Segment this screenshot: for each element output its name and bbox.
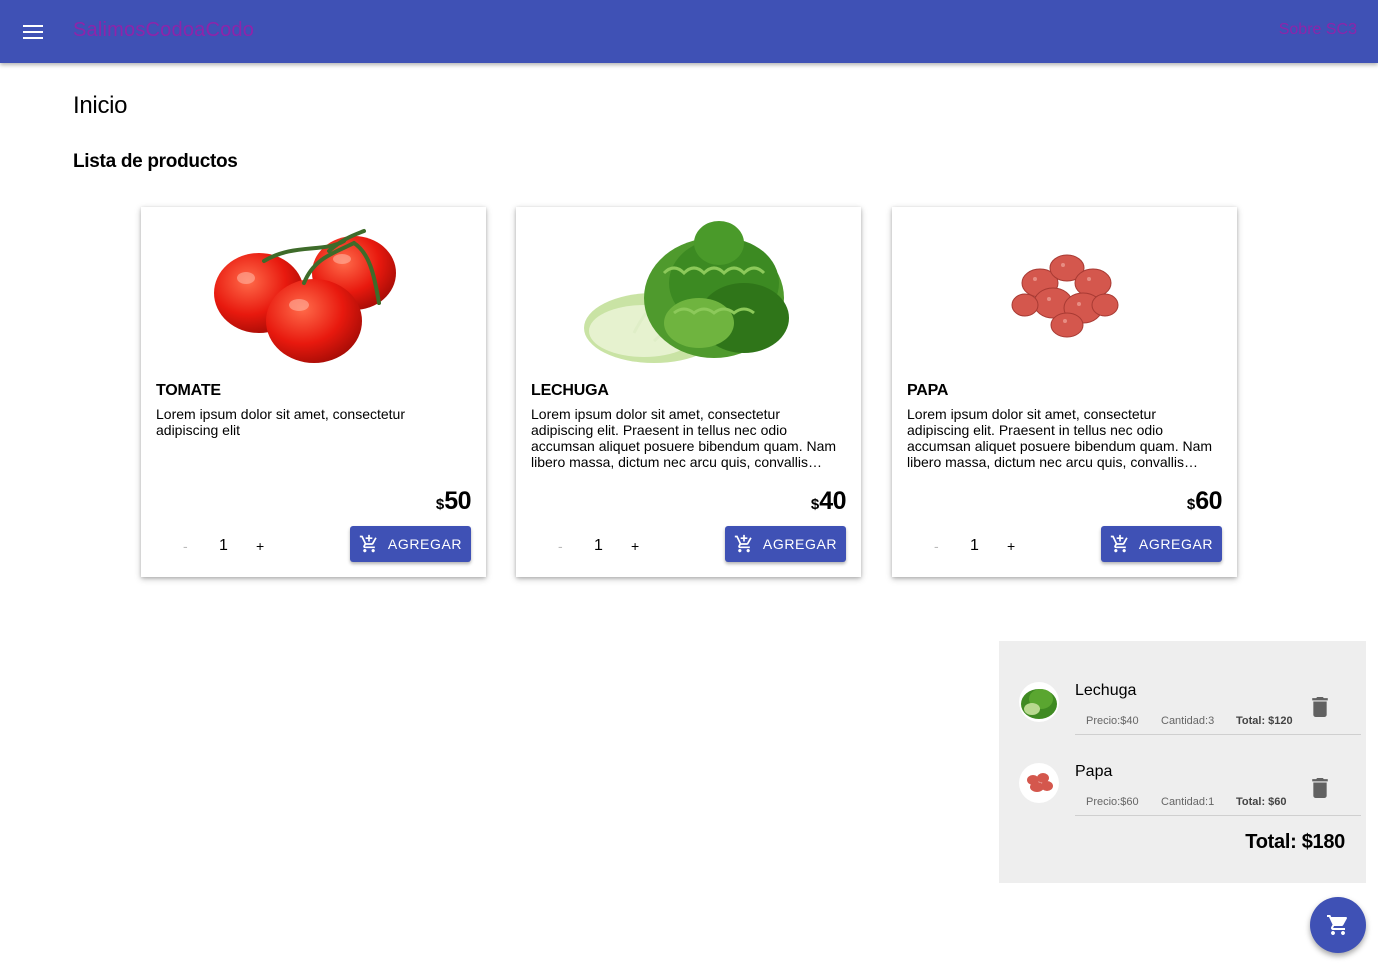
- increase-quantity-button[interactable]: +: [631, 538, 639, 554]
- cart-grand-total: Total: $180: [1245, 831, 1345, 853]
- product-price: $60: [1186, 487, 1223, 515]
- shopping-cart-icon: [1327, 915, 1348, 935]
- menu-icon[interactable]: [21, 20, 45, 44]
- product-description: Lorem ipsum dolor sit amet, consectetur …: [531, 406, 837, 470]
- cart-item-lechuga: Lechuga Precio:$40 Cantidad:3 Total: $12…: [999, 654, 1366, 735]
- trash-icon[interactable]: [1312, 778, 1328, 798]
- cart-item-total: Total: $60: [1236, 796, 1287, 808]
- quantity-stepper: - 1 +: [546, 535, 646, 557]
- product-price: $50: [435, 487, 472, 515]
- about-link[interactable]: Sobre SC3: [1279, 21, 1357, 39]
- quantity-stepper: - 1 +: [922, 535, 1022, 557]
- brand-link[interactable]: SalimosCodoaCodo: [73, 19, 254, 42]
- product-description: Lorem ipsum dolor sit amet, consectetur …: [907, 406, 1213, 470]
- cart-item-avatar: [1019, 682, 1059, 722]
- page-title: Inicio: [73, 92, 128, 119]
- add-shopping-cart-icon: [734, 534, 752, 553]
- cart-item-price: Precio:$60: [1086, 796, 1139, 808]
- product-name: LECHUGA: [531, 382, 609, 399]
- quantity-value: 1: [219, 537, 228, 554]
- add-to-cart-button[interactable]: AGREGAR: [1101, 526, 1222, 562]
- add-to-cart-label: AGREGAR: [762, 536, 838, 552]
- cart-panel: Lechuga Precio:$40 Cantidad:3 Total: $12…: [999, 641, 1366, 883]
- quantity-value: 1: [594, 537, 603, 554]
- product-name: PAPA: [907, 382, 949, 399]
- quantity-stepper: - 1 +: [171, 535, 271, 557]
- product-name: TOMATE: [156, 382, 221, 399]
- cart-item-avatar: [1019, 763, 1059, 803]
- product-card-tomate: TOMATE Lorem ipsum dolor sit amet, conse…: [141, 207, 486, 577]
- cart-item-name: Papa: [1075, 763, 1113, 780]
- product-image-lechuga: [516, 207, 861, 379]
- add-to-cart-label: AGREGAR: [1138, 536, 1214, 552]
- cart-item-papa: Papa Precio:$60 Cantidad:1 Total: $60: [999, 735, 1366, 816]
- divider: [1075, 815, 1361, 816]
- quantity-value: 1: [970, 537, 979, 554]
- cart-item-quantity: Cantidad:3: [1161, 715, 1215, 727]
- add-to-cart-button[interactable]: AGREGAR: [725, 526, 846, 562]
- trash-icon[interactable]: [1312, 697, 1328, 717]
- section-title: Lista de productos: [73, 151, 238, 172]
- cart-fab-button[interactable]: [1310, 897, 1366, 953]
- add-to-cart-button[interactable]: AGREGAR: [350, 526, 471, 562]
- cart-item-quantity: Cantidad:1: [1161, 796, 1215, 808]
- cart-item-total: Total: $120: [1236, 715, 1293, 727]
- add-to-cart-label: AGREGAR: [387, 536, 463, 552]
- cart-item-name: Lechuga: [1075, 682, 1137, 699]
- product-description: Lorem ipsum dolor sit amet, consectetur …: [156, 406, 405, 438]
- product-price: $40: [810, 487, 847, 515]
- decrease-quantity-button[interactable]: -: [558, 538, 563, 554]
- product-image-papa: [892, 207, 1237, 379]
- decrease-quantity-button[interactable]: -: [934, 538, 939, 554]
- product-card-lechuga: LECHUGA Lorem ipsum dolor sit amet, cons…: [516, 207, 861, 577]
- increase-quantity-button[interactable]: +: [1007, 538, 1015, 554]
- add-shopping-cart-icon: [359, 534, 377, 553]
- increase-quantity-button[interactable]: +: [256, 538, 264, 554]
- product-image-tomate: [141, 207, 486, 379]
- product-card-papa: PAPA Lorem ipsum dolor sit amet, consect…: [892, 207, 1237, 577]
- cart-item-price: Precio:$40: [1086, 715, 1139, 727]
- decrease-quantity-button[interactable]: -: [183, 538, 188, 554]
- add-shopping-cart-icon: [1110, 534, 1128, 553]
- app-bar: SalimosCodoaCodo Sobre SC3: [0, 0, 1378, 63]
